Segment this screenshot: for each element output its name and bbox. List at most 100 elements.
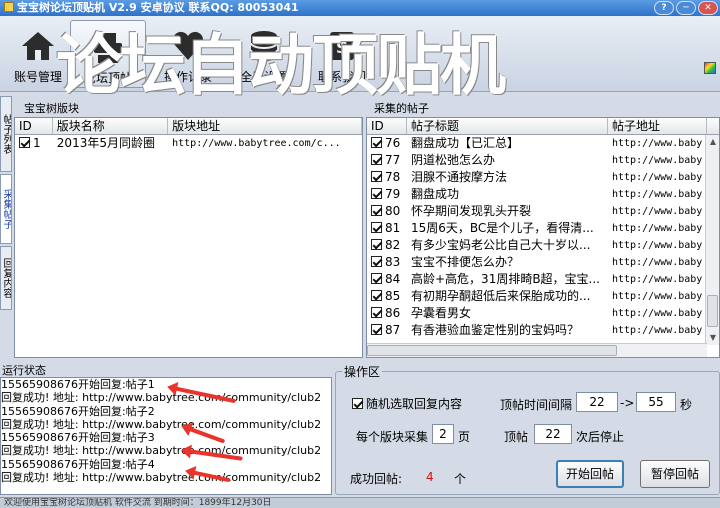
- log-lines: 15565908676开始回复:帖子1 回复成功! 地址: http://www.…: [1, 378, 331, 484]
- post-url: http://www.baby: [612, 172, 703, 183]
- column-header[interactable]: ID: [15, 118, 53, 134]
- column-header[interactable]: 版块地址: [168, 118, 362, 134]
- row-id: 83: [367, 254, 407, 271]
- row-checkbox[interactable]: [371, 205, 382, 216]
- success-count: 4: [426, 470, 434, 484]
- interval-to-field[interactable]: 55: [636, 392, 676, 412]
- row-id: 81: [367, 220, 407, 237]
- row-id: 80: [367, 203, 407, 220]
- post-title: 高龄+高危，31周排畸B超，宝宝...: [411, 272, 601, 286]
- table-row[interactable]: 82 有多少宝妈老公比自己大十岁以... http://www.baby: [367, 237, 719, 254]
- post-url: http://www.baby: [612, 325, 703, 336]
- post-url: http://www.baby: [612, 138, 703, 149]
- operation-area: 操作区 随机选取回复内容 顶帖时间间隔 22 -> 55 秒 每个版块采集 2 …: [335, 363, 720, 495]
- row-checkbox[interactable]: [371, 154, 382, 165]
- table-row[interactable]: 80 怀孕期间发现乳头开裂 http://www.baby: [367, 203, 719, 220]
- row-checkbox[interactable]: [371, 290, 382, 301]
- tab-reply-content[interactable]: 回复内容: [0, 246, 12, 310]
- table-row[interactable]: 79 翻盘成功 http://www.baby: [367, 186, 719, 203]
- toolbar-item-accounts[interactable]: 账号管理: [0, 20, 76, 88]
- tab-collect-posts[interactable]: 采集帖子: [0, 174, 12, 244]
- post-list-hscroll[interactable]: [367, 343, 707, 357]
- post-rows: 76 翻盘成功【已汇总】 http://www.baby 77 阴道松弛怎么办 http:…: [367, 135, 719, 339]
- table-row[interactable]: 84 高龄+高危，31周排畸B超，宝宝... http://www.baby: [367, 271, 719, 288]
- table-row[interactable]: 81 15周6天，BC是个儿子，看得清... http://www.baby: [367, 220, 719, 237]
- post-title: 怀孕期间发现乳头开裂: [411, 204, 532, 218]
- post-icon: [88, 27, 128, 67]
- collect-pages-field[interactable]: 2: [432, 424, 454, 444]
- interval-from-field[interactable]: 22: [576, 392, 618, 412]
- scroll-down-icon[interactable]: ▼: [706, 331, 719, 345]
- money-icon: $: [322, 26, 362, 66]
- row-checkbox[interactable]: [371, 324, 382, 335]
- post-title: 15周6天，BC是个儿子，看得清...: [411, 221, 594, 235]
- table-row[interactable]: 76 翻盘成功【已汇总】 http://www.baby: [367, 135, 719, 152]
- column-header[interactable]: 帖子地址: [608, 118, 707, 134]
- row-checkbox[interactable]: [371, 307, 382, 318]
- row-checkbox[interactable]: [371, 188, 382, 199]
- interval-label: 顶帖时间间隔: [500, 398, 573, 412]
- toolbar-item-contact[interactable]: $ 联系我们: [304, 20, 380, 88]
- database-icon: [244, 26, 284, 66]
- minimize-button[interactable]: ─: [676, 1, 696, 15]
- row-checkbox[interactable]: [371, 239, 382, 250]
- pause-reply-button[interactable]: 暂停回帖: [640, 460, 710, 488]
- log-line: 回复成功! 地址: http://www.babytree.com/commun…: [1, 471, 322, 485]
- post-title: 有多少宝妈老公比自己大十岁以...: [411, 238, 591, 252]
- row-id: 77: [367, 152, 407, 169]
- checkbox-icon[interactable]: [352, 398, 363, 409]
- row-id: 79: [367, 186, 407, 203]
- column-header[interactable]: 版块名称: [53, 118, 169, 134]
- window-title: 宝宝树论坛顶贴机 V2.9 安卓协议 联系QQ: 80053041: [17, 1, 299, 14]
- toolbar-item-settings[interactable]: 全局设置: [226, 20, 302, 88]
- toolbar-item-forum-post[interactable]: 论坛顶帖: [70, 20, 146, 88]
- table-row[interactable]: 85 有初期孕酮超低后来保胎成功的... http://www.baby: [367, 288, 719, 305]
- table-row[interactable]: 78 泪腺不通按摩方法 http://www.baby: [367, 169, 719, 186]
- row-checkbox[interactable]: [371, 222, 382, 233]
- post-title: 翻盘成功: [411, 187, 460, 201]
- row-id: 82: [367, 237, 407, 254]
- forum-list: ID 版块名称 版块地址 1 2013年5月同龄圈 http://www.bab…: [14, 117, 363, 358]
- scroll-up-icon[interactable]: ▲: [706, 135, 719, 149]
- log-line: 15565908676开始回复:帖子2: [1, 404, 155, 418]
- forum-url: http://www.babytree.com/c...: [172, 138, 341, 149]
- success-unit: 个: [454, 472, 467, 486]
- log-line: 回复成功! 地址: http://www.babytree.com/commun…: [1, 444, 322, 458]
- status-log: 15565908676开始回复:帖子1 回复成功! 地址: http://www.…: [0, 377, 332, 495]
- post-list-vscroll[interactable]: ▲ ▼: [705, 135, 719, 345]
- column-header[interactable]: ID: [367, 118, 407, 134]
- row-checkbox[interactable]: [371, 256, 382, 267]
- post-url: http://www.baby: [612, 291, 703, 302]
- close-button[interactable]: ✕: [698, 1, 718, 15]
- row-checkbox[interactable]: [371, 137, 382, 148]
- scroll-thumb[interactable]: [707, 295, 718, 327]
- post-title: 有香港验血鉴定性别的宝妈吗？: [411, 323, 580, 337]
- toolbar-label: 账号管理: [13, 70, 62, 84]
- forum-panel-title: 宝宝树版块: [22, 100, 81, 116]
- stop-count-field[interactable]: 22: [534, 424, 572, 444]
- help-button[interactable]: ?: [654, 1, 674, 15]
- post-list-header: ID 帖子标题 帖子地址: [367, 118, 719, 135]
- color-icon[interactable]: [704, 62, 716, 74]
- log-line: 15565908676开始回复:帖子4: [1, 457, 155, 471]
- stop-label: 顶帖: [504, 430, 529, 444]
- table-row[interactable]: 87 有香港验血鉴定性别的宝妈吗？ http://www.baby: [367, 322, 719, 339]
- table-row[interactable]: 1 2013年5月同龄圈 http://www.babytree.com/c..…: [15, 135, 362, 152]
- row-id: 86: [367, 305, 407, 322]
- row-id: 76: [367, 135, 407, 152]
- log-line: 回复成功! 地址: http://www.babytree.com/commun…: [1, 417, 322, 431]
- row-checkbox[interactable]: [371, 171, 382, 182]
- svg-text:$: $: [336, 37, 349, 58]
- table-row[interactable]: 86 孕囊看男女 http://www.baby: [367, 305, 719, 322]
- column-header[interactable]: 帖子标题: [407, 118, 608, 134]
- status-title: 运行状态: [0, 362, 48, 378]
- start-reply-button[interactable]: 开始回帖: [556, 460, 624, 488]
- toolbar-item-records[interactable]: 操作记录: [150, 20, 226, 88]
- table-row[interactable]: 77 阴道松弛怎么办 http://www.baby: [367, 152, 719, 169]
- random-reply-checkbox[interactable]: 随机选取回复内容: [352, 395, 462, 412]
- tab-post-list[interactable]: 帖子列表: [0, 96, 12, 172]
- row-checkbox[interactable]: [19, 137, 30, 148]
- scroll-thumb[interactable]: [367, 345, 617, 356]
- row-checkbox[interactable]: [371, 273, 382, 284]
- table-row[interactable]: 83 宝宝不排便怎么办？ http://www.baby: [367, 254, 719, 271]
